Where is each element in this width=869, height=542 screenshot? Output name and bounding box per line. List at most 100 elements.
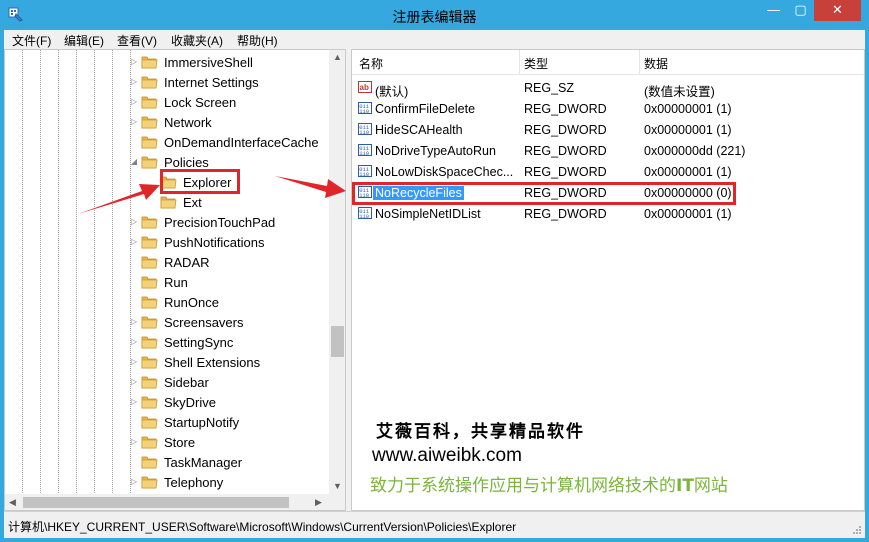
folder-icon [141,134,158,149]
expand-arrow-icon[interactable]: ▷ [130,377,138,387]
watermark-tagline: 致力于系统操作应用与计算机网络技术的IT网站 [370,471,728,496]
column-separator[interactable] [639,50,640,74]
menu-help[interactable]: 帮助(H) [237,32,278,49]
scroll-right-icon[interactable]: ▶ [315,497,322,508]
collapse-arrow-icon[interactable]: ◢ [130,157,138,167]
tree-item-label: PushNotifications [164,235,265,250]
maximize-button[interactable]: ▢ [787,0,814,21]
scroll-left-icon[interactable]: ◀ [9,497,16,508]
tree-item[interactable]: ▷ Screensavers [5,312,330,332]
close-button[interactable]: ✕ [814,0,861,21]
tree-item-label: StartupNotify [164,415,240,430]
svg-text:110: 110 [359,171,369,178]
tree-item[interactable]: ▷ SkyDrive [5,392,330,412]
watermark-slogan: 艾薇百科，共享精品软件 [376,422,585,442]
menu-view[interactable]: 查看(V) [117,32,157,49]
value-row[interactable]: ab (默认) REG_SZ (数值未设置) [352,77,864,99]
dword-value-icon: 011 110 [358,143,372,157]
value-data: 0x00000001 (1) [644,102,732,116]
scroll-up-icon[interactable]: ▲ [333,52,342,62]
tree-item[interactable]: StartupNotify [5,412,330,432]
tree-item[interactable]: ▷ Shell Extensions [5,352,330,372]
dword-value-icon: 011 110 [358,164,372,178]
expand-arrow-icon[interactable]: ▷ [130,77,138,87]
key-tree-pane[interactable]: ▷ ImmersiveShell ▷ Internet Settings ▷ Lock S… [4,49,346,511]
values-header: 名称 类型 数据 [352,50,864,75]
tree-item[interactable]: ▷ Telephony [5,472,330,492]
svg-text:110: 110 [359,108,369,115]
tree-item-label: PrecisionTouchPad [164,215,276,230]
value-name: HideSCAHealth [375,123,463,137]
folder-icon [141,354,158,369]
folder-icon [141,474,158,489]
scroll-down-icon[interactable]: ▼ [333,481,342,491]
value-type: REG_DWORD [524,123,607,137]
expand-arrow-icon[interactable]: ▷ [130,97,138,107]
folder-icon [141,54,158,69]
column-data-header[interactable]: 数据 [644,55,668,72]
tree-item[interactable]: ▷ Sidebar [5,372,330,392]
expand-arrow-icon[interactable]: ▷ [130,357,138,367]
value-data: 0x00000001 (1) [644,165,732,179]
expand-arrow-icon[interactable]: ▷ [130,397,138,407]
tree-item-label: ImmersiveShell [164,55,253,70]
tree-item[interactable]: ▷ PrecisionTouchPad [5,212,330,232]
value-row[interactable]: 011 110 NoSimpleNetIDList REG_DWORD 0x000000… [352,203,864,224]
value-row[interactable]: 011 110 NoLowDiskSpaceChec... REG_DWORD 0x00… [352,161,864,182]
tree-item[interactable]: RADAR [5,252,330,272]
expand-arrow-icon[interactable]: ▷ [130,477,138,487]
tree-hscroll-thumb[interactable] [23,497,289,508]
tree-vertical-scrollbar[interactable]: ▲ ▼ [329,50,345,495]
tree-item-label: Lock Screen [164,95,237,110]
expand-arrow-icon[interactable]: ▷ [130,437,138,447]
tree-item[interactable]: ▷ Internet Settings [5,72,330,92]
value-type: REG_DWORD [524,144,607,158]
current-key-path: 计算机\HKEY_CURRENT_USER\Software\Microsoft… [8,520,517,534]
expand-arrow-icon[interactable]: ▷ [130,217,138,227]
dword-value-icon: 011 110 [358,122,372,136]
column-name-header[interactable]: 名称 [359,55,383,72]
tree-item[interactable]: ▷ Store [5,432,330,452]
menu-bar: 文件(F) 编辑(E) 查看(V) 收藏夹(A) 帮助(H) [4,30,865,49]
resize-grip-icon[interactable] [852,525,862,535]
minimize-button[interactable]: — [760,0,787,21]
expand-arrow-icon[interactable]: ▷ [130,237,138,247]
expand-arrow-icon[interactable]: ▷ [130,57,138,67]
values-pane[interactable]: 名称 类型 数据 ab (默认) REG_SZ (数值未设置) 011 110 Confir… [351,49,865,511]
expand-arrow-icon[interactable]: ▷ [130,317,138,327]
tree-item[interactable]: ▷ SettingSync [5,332,330,352]
value-name: NoLowDiskSpaceChec... [375,165,514,179]
registry-editor-window: 注册表编辑器 — ▢ ✕ 文件(F) 编辑(E) 查看(V) 收藏夹(A) 帮助… [0,0,869,542]
menu-edit[interactable]: 编辑(E) [64,32,104,49]
watermark-tagline-bold: IT [676,476,694,496]
menu-file[interactable]: 文件(F) [12,32,51,49]
column-type-header[interactable]: 类型 [524,55,548,72]
tree-item-label: SkyDrive [164,395,217,410]
tree-item[interactable]: ▷ Lock Screen [5,92,330,112]
tree-item[interactable]: Ext [5,192,330,212]
title-bar[interactable]: 注册表编辑器 — ▢ ✕ [0,0,869,30]
value-data: 0x000000dd (221) [644,144,746,158]
tree-item[interactable]: TaskManager [5,452,330,472]
value-row[interactable]: 011 110 NoDriveTypeAutoRun REG_DWORD 0x00000… [352,140,864,161]
expand-arrow-icon[interactable]: ▷ [130,337,138,347]
tree-item[interactable]: Run [5,272,330,292]
tree-item[interactable]: ▷ Network [5,112,330,132]
tree-horizontal-scrollbar[interactable]: ◀ ▶ [5,494,329,510]
expand-arrow-icon[interactable]: ▷ [130,117,138,127]
value-type: REG_DWORD [524,207,607,221]
column-separator[interactable] [519,50,520,74]
value-row[interactable]: 011 110 ConfirmFileDelete REG_DWORD 0x000000… [352,98,864,119]
folder-icon [141,334,158,349]
tree-item[interactable]: ▷ PushNotifications [5,232,330,252]
tree-item[interactable]: RunOnce [5,292,330,312]
string-value-icon: ab [358,80,372,94]
svg-text:ab: ab [360,83,369,92]
tree-item-label: Policies [164,155,209,170]
tree-item[interactable]: ▷ ImmersiveShell [5,52,330,72]
tree-vscroll-thumb[interactable] [331,326,344,357]
tree-item[interactable]: OnDemandInterfaceCache [5,132,330,152]
value-row[interactable]: 011 110 HideSCAHealth REG_DWORD 0x00000001 (… [352,119,864,140]
status-bar: 计算机\HKEY_CURRENT_USER\Software\Microsoft… [4,511,865,538]
menu-favorites[interactable]: 收藏夹(A) [171,32,223,49]
